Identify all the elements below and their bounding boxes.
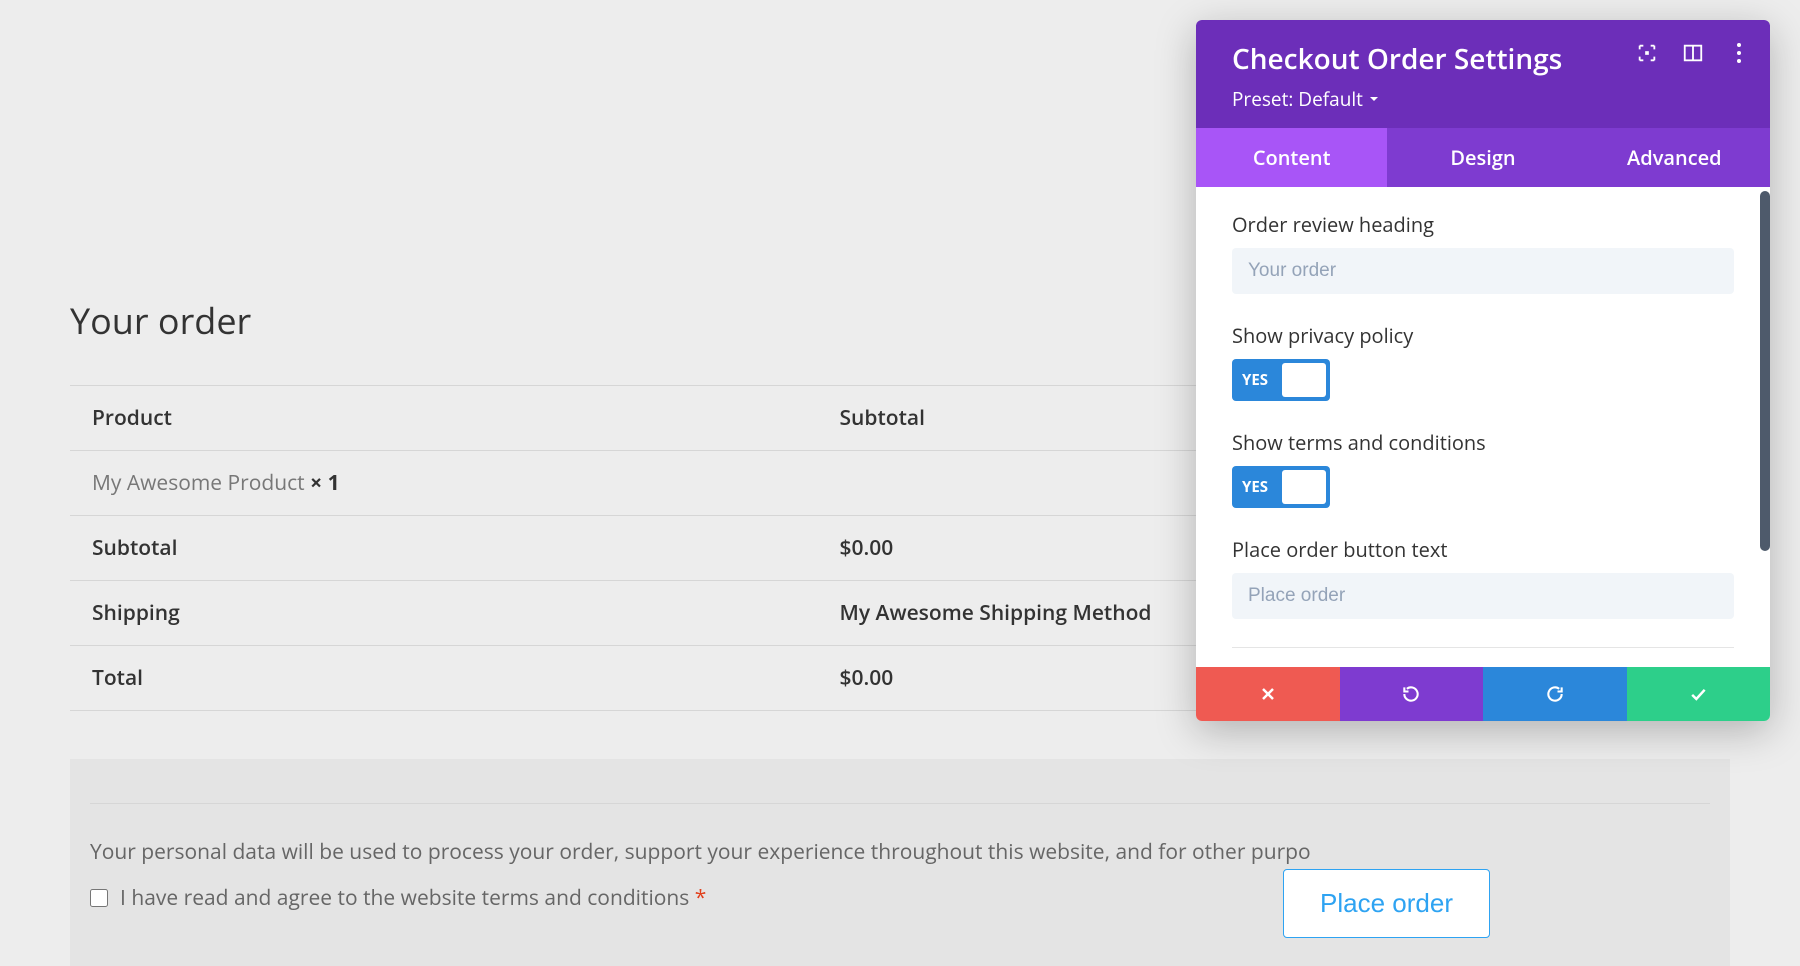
place-order-text-label: Place order button text — [1232, 536, 1734, 563]
cancel-button[interactable] — [1196, 667, 1340, 721]
subtotal-label: Subtotal — [70, 516, 818, 581]
redo-button[interactable] — [1483, 667, 1627, 721]
shipping-label: Shipping — [70, 581, 818, 646]
settings-panel: Checkout Order Settings Preset: Default — [1196, 20, 1770, 721]
product-name: My Awesome Product — [92, 469, 310, 497]
show-privacy-label: Show privacy policy — [1232, 322, 1734, 349]
place-order-text-input[interactable] — [1232, 573, 1734, 619]
preset-label: Preset: Default — [1232, 86, 1363, 112]
undo-button[interactable] — [1340, 667, 1484, 721]
columns-icon[interactable] — [1682, 42, 1704, 64]
redo-icon — [1545, 684, 1565, 704]
confirm-button[interactable] — [1627, 667, 1771, 721]
tab-advanced[interactable]: Advanced — [1579, 128, 1770, 187]
toggle-on-text: YES — [1242, 477, 1268, 497]
more-icon[interactable] — [1728, 42, 1750, 64]
close-icon — [1258, 684, 1278, 704]
show-terms-toggle[interactable]: YES — [1232, 466, 1330, 508]
terms-text: I have read and agree to the website ter… — [120, 884, 695, 912]
undo-icon — [1401, 684, 1421, 704]
show-terms-label: Show terms and conditions — [1232, 429, 1734, 456]
tab-design[interactable]: Design — [1387, 128, 1578, 187]
panel-footer — [1196, 667, 1770, 721]
order-review-heading-label: Order review heading — [1232, 211, 1734, 238]
product-qty: × 1 — [310, 469, 339, 497]
show-privacy-toggle[interactable]: YES — [1232, 359, 1330, 401]
total-label: Total — [70, 646, 818, 711]
panel-body: Order review heading Show privacy policy… — [1196, 187, 1770, 667]
product-cell: My Awesome Product × 1 — [70, 451, 818, 516]
tab-content[interactable]: Content — [1196, 128, 1387, 187]
place-order-button[interactable]: Place order — [1283, 869, 1490, 938]
order-review-heading-input[interactable] — [1232, 248, 1734, 294]
toggle-knob — [1282, 470, 1326, 504]
caret-down-icon — [1369, 94, 1379, 104]
privacy-policy-text: Your personal data will be used to proce… — [90, 838, 1710, 866]
required-asterisk: * — [695, 884, 707, 912]
background-accordion[interactable]: Background — [1232, 647, 1734, 667]
preset-dropdown[interactable]: Preset: Default — [1232, 86, 1379, 112]
toggle-on-text: YES — [1242, 370, 1268, 390]
col-product: Product — [70, 386, 818, 451]
terms-checkbox[interactable] — [90, 889, 108, 907]
check-icon — [1688, 684, 1708, 704]
panel-tabs: Content Design Advanced — [1196, 128, 1770, 187]
payment-box: Your personal data will be used to proce… — [70, 759, 1730, 966]
toggle-knob — [1282, 363, 1326, 397]
expand-icon[interactable] — [1636, 42, 1658, 64]
panel-header: Checkout Order Settings Preset: Default — [1196, 20, 1770, 128]
